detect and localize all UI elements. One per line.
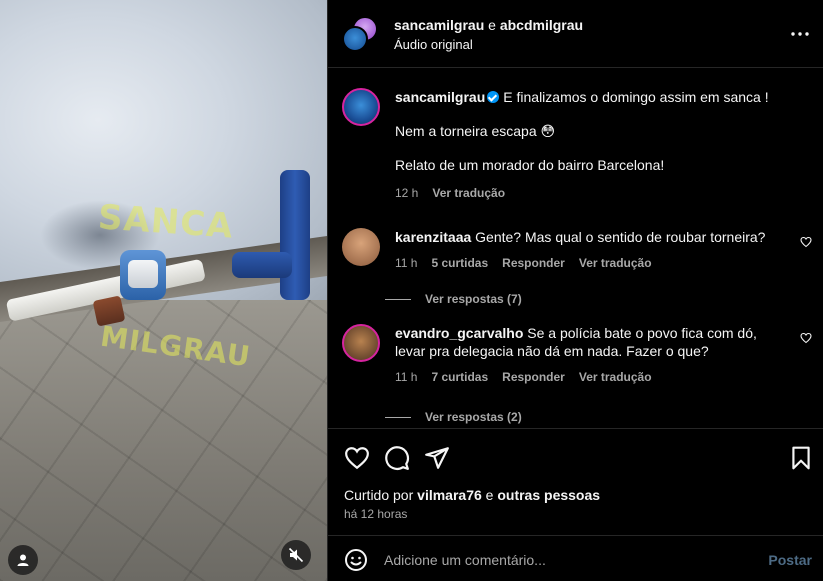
view-replies-button[interactable]: Ver respostas (2)	[385, 410, 522, 424]
collab-avatars[interactable]	[342, 16, 378, 52]
like-comment-heart-icon[interactable]	[800, 332, 812, 344]
see-translation-link[interactable]: Ver tradução	[579, 368, 652, 386]
comment-username[interactable]: karenzitaaa	[395, 229, 471, 245]
comment-meta: 11 h 7 curtidas Responder Ver tradução	[395, 368, 789, 386]
avatar[interactable]	[342, 324, 380, 362]
comment-body: karenzitaaa Gente? Mas qual o sentido de…	[395, 228, 795, 272]
comment-time[interactable]: 11 h	[395, 254, 417, 272]
comment-time[interactable]: 11 h	[395, 368, 417, 386]
caption-time[interactable]: 12 h	[395, 184, 418, 202]
comment-body: evandro_gcarvalho Se a polícia bate o po…	[395, 324, 789, 386]
more-icon	[791, 32, 809, 36]
share-send-icon[interactable]	[424, 445, 450, 471]
comment-username[interactable]: evandro_gcarvalho	[395, 325, 523, 341]
tagged-users-button[interactable]	[8, 545, 38, 575]
post-comment-button[interactable]: Postar	[768, 552, 812, 568]
caption-body: sancamilgrau E finalizamos o domingo assi…	[395, 88, 795, 202]
comment-composer: Postar	[328, 535, 823, 581]
comment-text: Gente? Mas qual o sentido de roubar torn…	[475, 229, 766, 245]
replies-divider	[385, 416, 411, 418]
conjunction: e	[488, 17, 496, 33]
comment-likes[interactable]: 5 curtidas	[431, 254, 488, 272]
liked-user-link[interactable]: vilmara76	[417, 487, 482, 503]
liked-conj: e	[485, 487, 494, 503]
post-header: sancamilgrau e abcdmilgrau Áudio origina…	[328, 0, 823, 68]
comment-bubble-icon[interactable]	[384, 445, 410, 471]
mute-button[interactable]	[281, 540, 311, 570]
view-replies-label[interactable]: Ver respostas (7)	[425, 292, 522, 306]
liked-others-link[interactable]: outras pessoas	[497, 487, 600, 503]
username-link[interactable]: abcdmilgrau	[500, 17, 583, 33]
user-icon	[17, 554, 29, 566]
see-translation-link[interactable]: Ver tradução	[579, 254, 652, 272]
blue-pipe	[280, 170, 310, 300]
save-bookmark-icon[interactable]	[788, 445, 814, 471]
view-replies-button[interactable]: Ver respostas (7)	[385, 292, 522, 306]
post-actions: Curtido por vilmara76 e outras pessoas h…	[328, 428, 823, 528]
caption-username[interactable]: sancamilgrau	[395, 89, 485, 105]
comment-likes[interactable]: 7 curtidas	[431, 368, 488, 386]
view-replies-label[interactable]: Ver respostas (2)	[425, 410, 522, 424]
post-side-panel: sancamilgrau e abcdmilgrau Áudio origina…	[327, 0, 823, 581]
username-link[interactable]: sancamilgrau	[394, 17, 484, 33]
audio-link[interactable]: Áudio original	[394, 37, 473, 52]
caption-line-3: Relato de um morador do bairro Barcelona…	[395, 157, 665, 173]
like-comment-heart-icon[interactable]	[800, 236, 812, 248]
reply-button[interactable]: Responder	[502, 254, 565, 272]
liked-prefix: Curtido por	[344, 487, 414, 503]
comment-meta: 11 h 5 curtidas Responder Ver tradução	[395, 254, 795, 272]
more-options-button[interactable]	[788, 22, 812, 46]
avatar[interactable]	[342, 228, 380, 266]
caption-line-2: Nem a torneira escapa 😳	[395, 123, 556, 139]
caption-meta: 12 h Ver tradução	[395, 184, 795, 202]
collab-usernames: sancamilgrau e abcdmilgrau	[394, 17, 583, 33]
avatar[interactable]	[342, 88, 380, 126]
reply-button[interactable]: Responder	[502, 368, 565, 386]
liked-by-text: Curtido por vilmara76 e outras pessoas	[344, 487, 600, 503]
caption-line-1: E finalizamos o domingo assim em sanca !	[503, 89, 769, 105]
post-timestamp[interactable]: há 12 horas	[344, 507, 407, 521]
comment-input[interactable]	[384, 549, 754, 571]
replies-divider	[385, 298, 411, 300]
avatar-sancamilgrau[interactable]	[342, 26, 368, 52]
pipe-cap	[120, 250, 166, 300]
comments-list[interactable]: sancamilgrau E finalizamos o domingo assi…	[328, 68, 823, 428]
see-translation-link[interactable]: Ver tradução	[432, 184, 505, 202]
verified-badge-icon	[487, 91, 500, 103]
blue-valve	[232, 252, 292, 278]
post-video[interactable]: SANCA MILGRAU	[0, 0, 327, 581]
like-heart-icon[interactable]	[344, 445, 370, 471]
emoji-icon[interactable]	[344, 548, 368, 572]
muted-speaker-icon	[288, 547, 304, 563]
